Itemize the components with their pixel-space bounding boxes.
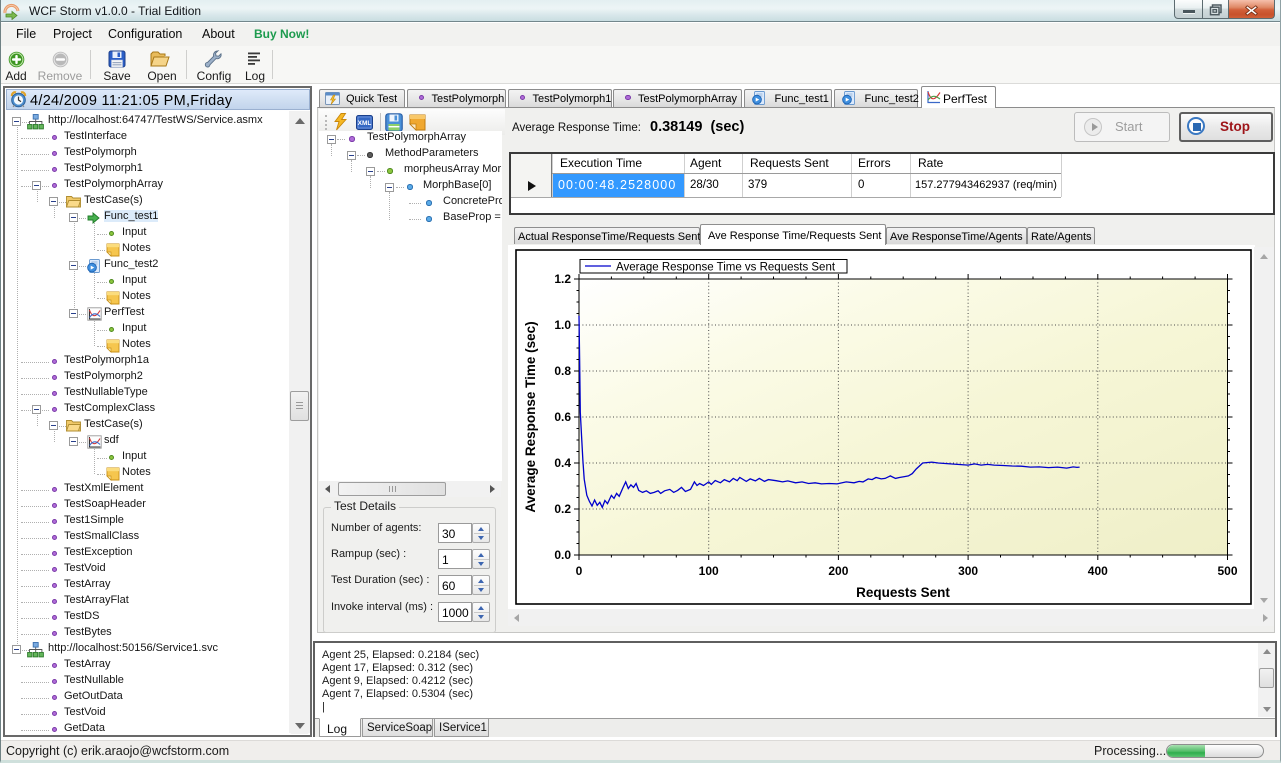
svg-text:100: 100 [699,564,719,578]
svg-text:300: 300 [958,564,978,578]
svg-text:0.8: 0.8 [554,364,571,378]
svg-text:0: 0 [576,564,583,578]
svg-text:0.0: 0.0 [554,548,571,562]
svg-text:Average Response Time vs Reque: Average Response Time vs Requests Sent [616,262,836,274]
svg-text:XML: XML [358,120,372,127]
svg-text:1.2: 1.2 [554,272,571,286]
svg-text:0.6: 0.6 [554,410,571,424]
svg-text:0.2: 0.2 [554,502,571,516]
svg-text:Requests Sent: Requests Sent [856,585,950,600]
svg-text:200: 200 [828,564,848,578]
svg-text:1.0: 1.0 [554,318,571,332]
svg-text:400: 400 [1088,564,1108,578]
svg-text:0.4: 0.4 [554,456,571,470]
svg-text:Average Response Time (sec): Average Response Time (sec) [523,321,538,512]
svg-text:500: 500 [1217,564,1237,578]
